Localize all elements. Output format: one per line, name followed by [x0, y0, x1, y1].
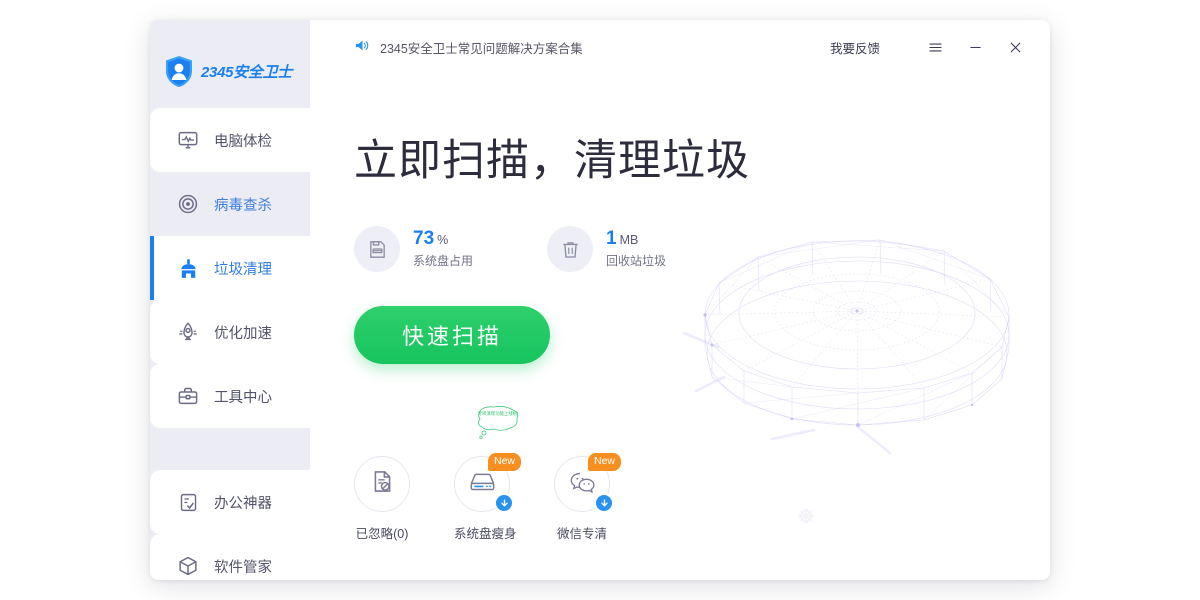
- shortcut-disk-slimming[interactable]: 专项清理功能上线啦! New 系统盘瘦身: [454, 406, 521, 542]
- trash-icon: [547, 226, 594, 272]
- minimize-icon[interactable]: [962, 34, 988, 60]
- sidebar: 2345安全卫士 电脑体检 病毒查杀 垃圾清理 优化加速 工具中心 办公神器 软…: [150, 20, 310, 580]
- sidebar-item-virus-scan[interactable]: 病毒查杀: [150, 172, 310, 236]
- notice-text: 2345安全卫士常见问题解决方案合集: [380, 41, 583, 56]
- shortcut-icon-wrap: New: [554, 453, 621, 513]
- rocket-icon: [176, 320, 200, 344]
- stat-text: 1 MB 回收站垃圾: [606, 228, 667, 270]
- shortcut-icon-wrap: New: [454, 453, 521, 513]
- application-window: 2345安全卫士 电脑体检 病毒查杀 垃圾清理 优化加速 工具中心 办公神器 软…: [150, 20, 1050, 580]
- feedback-button[interactable]: 我要反馈: [830, 38, 880, 57]
- stat-unit: %: [437, 232, 449, 247]
- shortcut-label: 微信专清: [556, 527, 607, 541]
- stat-value: 73: [413, 227, 435, 249]
- sidebar-item-office-tools[interactable]: 办公神器: [150, 470, 310, 534]
- stats-row: 73% 系统盘占用 1 MB 回收站垃圾: [354, 226, 1006, 272]
- sidebar-item-optimize-speedup[interactable]: 优化加速: [150, 300, 310, 364]
- content-area: 立即扫描，清理垃圾 73% 系统盘占用 1 MB 回收站垃圾 快速扫描: [310, 126, 1050, 364]
- stat-disk-usage: 73% 系统盘占用: [354, 226, 473, 272]
- close-icon[interactable]: [1002, 34, 1028, 60]
- sidebar-item-junk-cleanup[interactable]: 垃圾清理: [150, 236, 310, 300]
- hamburger-icon[interactable]: [922, 34, 948, 60]
- sidebar-item-label: 电脑体检: [214, 133, 272, 150]
- shortcut-label: 已忽略(0): [355, 527, 409, 541]
- watermark-icon: [798, 508, 814, 524]
- sidebar-item-label: 软件管家: [214, 559, 272, 576]
- sidebar-item-label: 病毒查杀: [214, 197, 272, 214]
- new-badge: New: [487, 453, 521, 471]
- page-title: 立即扫描，清理垃圾: [354, 137, 750, 185]
- toolbox-icon: [176, 384, 200, 408]
- sidebar-item-software-manager[interactable]: 软件管家: [150, 534, 310, 580]
- stat-value: 1: [606, 227, 617, 249]
- download-icon[interactable]: [494, 493, 514, 513]
- box-icon: [176, 554, 200, 578]
- shortcut-icon-wrap: [354, 456, 410, 512]
- sidebar-nav: 电脑体检 病毒查杀 垃圾清理 优化加速 工具中心 办公神器 软件管家: [150, 108, 310, 580]
- wechat-icon: [569, 470, 596, 499]
- download-icon[interactable]: [594, 493, 614, 513]
- promo-bubble: 专项清理功能上线啦!: [472, 404, 524, 440]
- broom-icon: [176, 256, 200, 280]
- app-logo: 2345安全卫士: [150, 20, 310, 96]
- quick-scan-button[interactable]: 快速扫描: [354, 306, 550, 364]
- sidebar-item-tool-center[interactable]: 工具中心: [150, 364, 310, 428]
- shortcuts-row: 已忽略(0) 专项清理功能上线啦! New 系统盘瘦身 New 微信专清: [354, 406, 621, 542]
- shortcut-ignored[interactable]: 已忽略(0): [354, 456, 410, 542]
- logo-text: 2345安全卫士: [201, 63, 292, 81]
- monitor-pulse-icon: [176, 128, 200, 152]
- sidebar-item-computer-checkup[interactable]: 电脑体检: [150, 108, 310, 172]
- checklist-icon: [176, 490, 200, 514]
- hard-drive-icon: [469, 471, 496, 498]
- stat-recycle-bin: 1 MB 回收站垃圾: [547, 226, 666, 272]
- stat-value-wrap: 1 MB: [606, 228, 638, 249]
- shortcut-label: 系统盘瘦身: [454, 527, 517, 541]
- stat-caption: 回收站垃圾: [606, 254, 667, 269]
- stat-text: 73% 系统盘占用: [413, 228, 474, 270]
- promo-bubble-text: 专项清理功能上线啦!: [477, 411, 519, 416]
- stat-value-wrap: 73%: [413, 228, 448, 249]
- stat-unit: MB: [619, 232, 639, 247]
- target-icon: [176, 192, 200, 216]
- sidebar-item-label: 垃圾清理: [214, 261, 272, 278]
- file-blocked-icon: [370, 469, 395, 499]
- sidebar-item-label: 办公神器: [214, 495, 272, 512]
- sidebar-item-label: 工具中心: [214, 389, 272, 406]
- disk-icon: [354, 226, 400, 272]
- speaker-icon: [354, 38, 371, 56]
- new-badge: New: [587, 453, 621, 471]
- shield-person-icon: [164, 55, 194, 88]
- sidebar-item-label: 优化加速: [214, 325, 272, 342]
- notice-banner[interactable]: 2345安全卫士常见问题解决方案合集: [354, 38, 583, 57]
- stat-caption: 系统盘占用: [413, 254, 474, 269]
- shortcut-wechat-cleanup[interactable]: New 微信专清: [554, 453, 621, 542]
- main-content: 2345安全卫士常见问题解决方案合集 我要反馈 立即扫描，清理垃圾 73 % 系…: [310, 20, 1050, 580]
- title-bar: 2345安全卫士常见问题解决方案合集 我要反馈: [310, 20, 1050, 74]
